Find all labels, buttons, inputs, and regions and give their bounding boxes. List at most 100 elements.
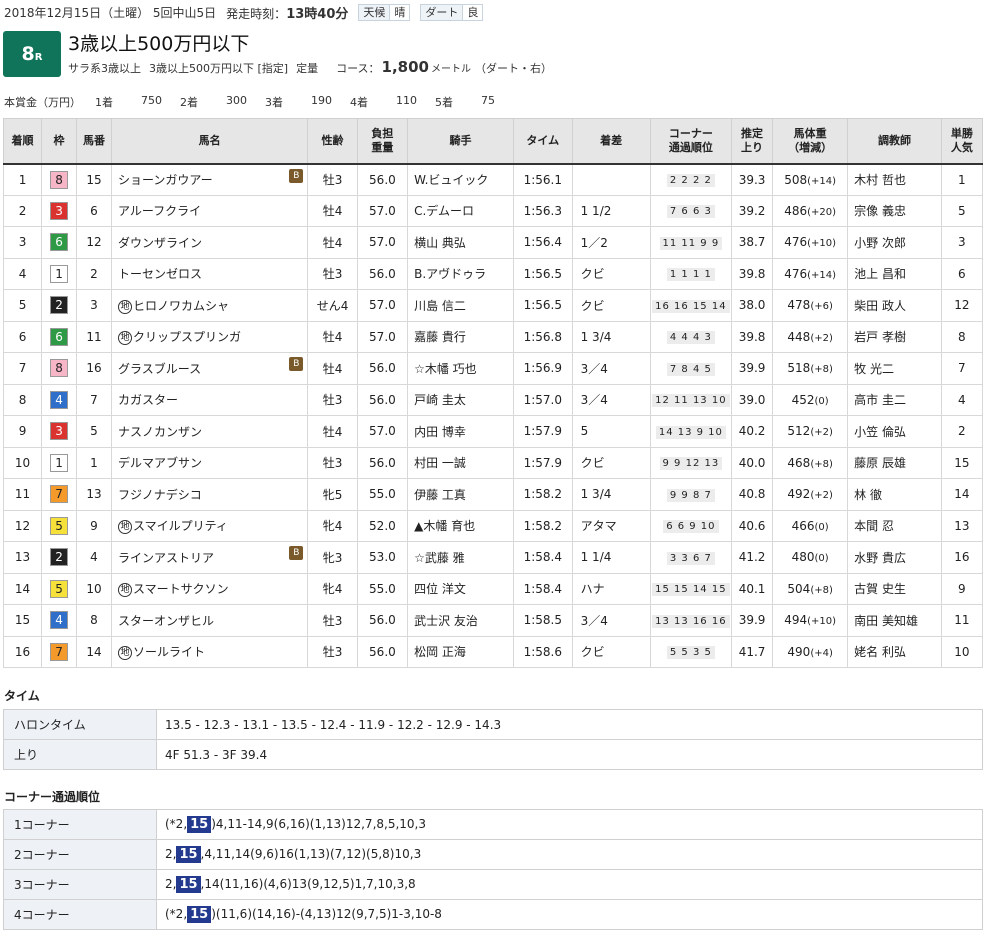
body-weight-diff: (+20): [807, 206, 837, 218]
horse-number: 4: [76, 541, 112, 574]
jockey-link[interactable]: ☆武藤 雅: [414, 551, 465, 565]
waku-badge: 6: [50, 233, 69, 252]
horse-name-link[interactable]: トーセンゼロス: [118, 267, 202, 281]
jockey-link[interactable]: W.ビュイック: [414, 173, 488, 187]
trainer-link[interactable]: 林 徹: [854, 488, 882, 502]
jockey-link[interactable]: 四位 洋文: [414, 582, 466, 596]
horse-name-link[interactable]: グラスブルース: [118, 362, 201, 376]
jockey-link[interactable]: 松岡 正海: [414, 645, 466, 659]
horse-name-link[interactable]: ヒロノワカムシャ: [133, 299, 229, 313]
jockey-link[interactable]: 伊藤 工真: [414, 488, 466, 502]
waku-cell: 4: [41, 383, 77, 416]
jockey-link[interactable]: ▲木幡 育也: [414, 519, 475, 533]
trainer-link[interactable]: 本間 忍: [854, 519, 894, 533]
jockey-link[interactable]: 内田 博幸: [414, 425, 466, 439]
margin: クビ: [571, 635, 651, 668]
race-time: 1:56.4: [513, 226, 573, 259]
body-weight: 480(0): [772, 541, 849, 574]
body-weight-value: 468: [787, 455, 811, 470]
jockey-link[interactable]: 武士沢 友治: [414, 614, 478, 628]
waku-cell: 7: [41, 635, 77, 668]
table-row: 1 8 15 ショーンガウアー B 牡3 56.0 W.ビュイック 1:56.1 2 2 2 23…: [2, 163, 984, 196]
trainer-link[interactable]: 小笠 倫弘: [854, 425, 906, 439]
jockey-link[interactable]: 横山 典弘: [414, 236, 466, 250]
margin: 3／4: [571, 604, 651, 637]
local-horse-mark: 地: [117, 583, 132, 598]
prize-item: 75: [481, 94, 495, 107]
table-row: 4 1 2 トーセンゼロス 牡3 56.0 B.アヴドゥラ 1:56.5 クビ 1 1 1 1 39…: [2, 257, 984, 290]
horse-name-link[interactable]: スマートサクソン: [133, 582, 229, 596]
jockey-link[interactable]: 川島 信二: [414, 299, 466, 313]
trainer-link[interactable]: 小野 次郎: [854, 236, 906, 250]
jockey-link[interactable]: B.アヴドゥラ: [414, 267, 486, 281]
time-row-label: 上り: [3, 739, 157, 770]
jockey-link[interactable]: 村田 一誠: [414, 456, 466, 470]
horse-name-link[interactable]: フジノナデシコ: [118, 488, 202, 502]
body-weight: 504(+8): [772, 572, 849, 605]
trainer-link[interactable]: 柴田 政人: [854, 299, 906, 313]
horse-name-link[interactable]: ソールライト: [133, 645, 205, 659]
trainer-link[interactable]: 藤原 辰雄: [854, 456, 906, 470]
finish-position: 13: [2, 541, 43, 574]
body-weight-value: 494: [784, 613, 808, 628]
waku-badge: 5: [50, 579, 69, 598]
trainer-link[interactable]: 木村 哲也: [854, 173, 906, 187]
waku-cell: 4: [41, 604, 77, 637]
jockey-link[interactable]: ☆木幡 巧也: [414, 362, 477, 376]
waku-cell: 3: [41, 415, 77, 448]
trainer-cell: 高市 圭二: [847, 383, 942, 416]
trainer-link[interactable]: 池上 昌和: [854, 267, 906, 281]
trainer-link[interactable]: 宗像 義忠: [854, 204, 906, 218]
horse-name-link[interactable]: スマイルプリティ: [133, 519, 228, 533]
trainer-link[interactable]: 牧 光二: [854, 362, 894, 376]
horse-name-link[interactable]: ダウンザライン: [118, 236, 202, 250]
trainer-cell: 牧 光二: [847, 352, 942, 385]
carried-weight: 53.0: [356, 541, 409, 574]
prize-item: 110: [396, 94, 417, 107]
race-time: 1:58.2: [513, 478, 573, 511]
jockey-link[interactable]: C.デムーロ: [414, 204, 474, 218]
body-weight-value: 504: [787, 581, 811, 596]
horse-name-link[interactable]: クリップスプリンガ: [133, 330, 241, 344]
race-time: 1:56.8: [513, 320, 573, 353]
time-row-label: ハロンタイム: [3, 709, 157, 740]
race-time: 1:57.9: [513, 446, 573, 479]
horse-name-link[interactable]: アルーフクライ: [118, 204, 201, 218]
jockey-link[interactable]: 戸崎 圭太: [414, 393, 466, 407]
popularity: 4: [940, 383, 984, 416]
horse-number: 9: [76, 509, 112, 542]
carried-weight: 57.0: [356, 226, 409, 259]
body-weight-value: 518: [787, 361, 811, 376]
body-weight-diff: (+4): [810, 647, 833, 659]
column-header: 着順: [2, 118, 43, 165]
horse-number: 7: [76, 383, 112, 416]
horse-name-link[interactable]: ナスノカンザン: [118, 425, 202, 439]
horse-name-link[interactable]: ショーンガウアー: [118, 173, 213, 187]
race-time: 1:57.0: [513, 383, 573, 416]
last-3f: 39.8: [730, 257, 774, 290]
horse-name-link[interactable]: カガスター: [118, 393, 178, 407]
trainer-link[interactable]: 高市 圭二: [854, 393, 906, 407]
corner-order-post: ,4,11,14(9,6)16(1,13)(7,12)(5,8)10,3: [200, 847, 422, 861]
jockey-link[interactable]: 嘉藤 貴行: [414, 330, 466, 344]
horse-name-link[interactable]: ラインアストリア: [118, 551, 214, 565]
trainer-link[interactable]: 岩戸 孝樹: [854, 330, 906, 344]
trainer-link[interactable]: 古賀 史生: [854, 582, 906, 596]
body-weight-diff: (0): [814, 395, 829, 407]
body-weight-diff: (+8): [810, 364, 833, 376]
trainer-link[interactable]: 水野 貴広: [854, 551, 906, 565]
post-time: 発走時刻：13時40分: [226, 6, 349, 22]
race-time: 1:57.9: [513, 415, 573, 448]
horse-name-link[interactable]: デルマアブサン: [118, 456, 202, 470]
body-weight-value: 486: [784, 203, 808, 218]
finish-position: 2: [2, 194, 43, 227]
trainer-cell: 柴田 政人: [847, 289, 942, 322]
sex-age: 牝3: [307, 541, 358, 574]
horse-name-link[interactable]: スターオンザヒル: [118, 614, 214, 628]
trainer-link[interactable]: 姥名 利弘: [854, 645, 906, 659]
margin: 1 3/4: [571, 320, 651, 353]
popularity: 5: [940, 194, 984, 227]
trainer-link[interactable]: 南田 美知雄: [854, 614, 918, 628]
body-weight: 494(+10): [772, 604, 849, 637]
popularity: 2: [940, 415, 984, 448]
